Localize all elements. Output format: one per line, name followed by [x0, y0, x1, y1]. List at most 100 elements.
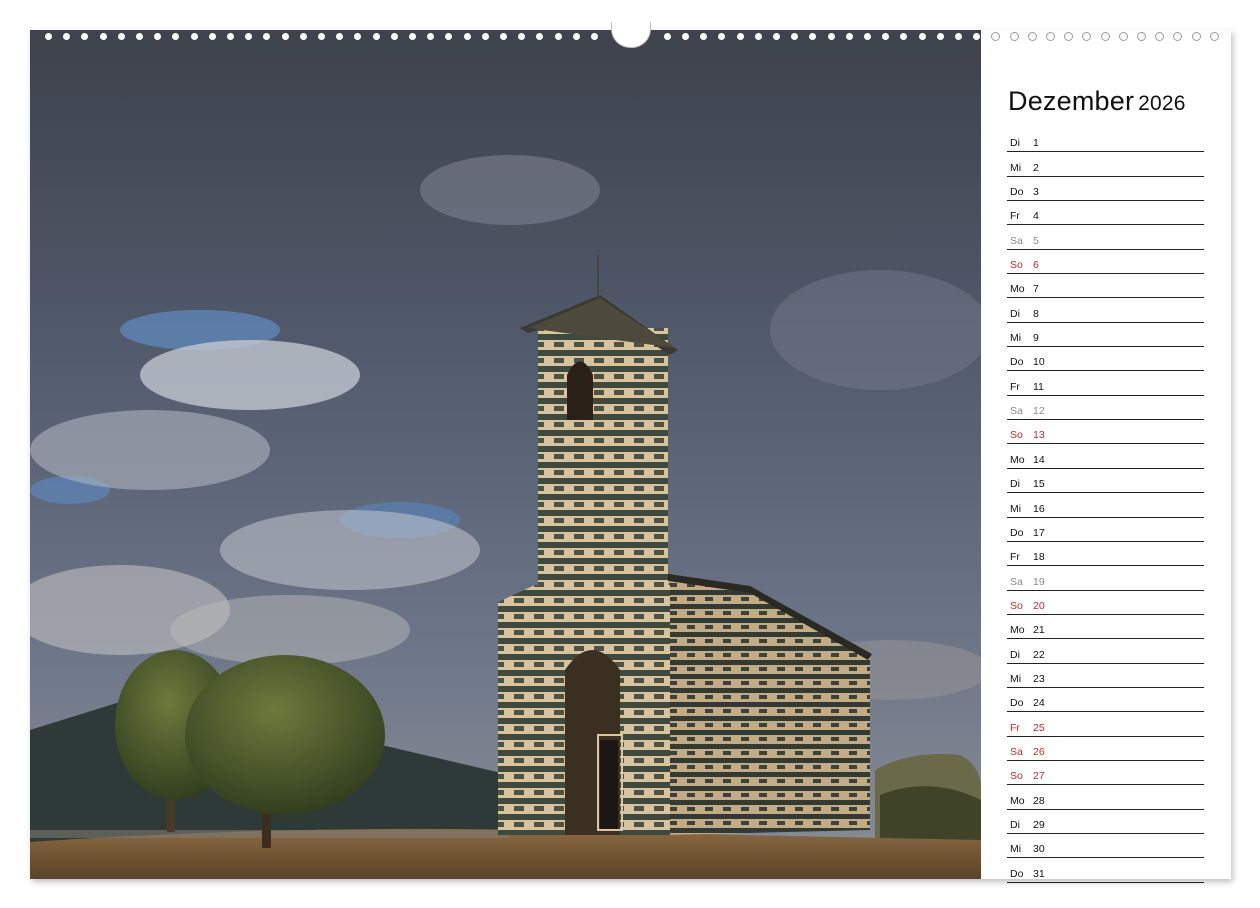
- weekday-label: Fr: [1010, 380, 1020, 393]
- day-number: 23: [1033, 672, 1045, 685]
- day-number: 6: [1033, 259, 1039, 272]
- binding-ring: [591, 33, 598, 40]
- weekday-label: Sa: [1010, 575, 1023, 588]
- binding-ring: [1064, 32, 1074, 41]
- day-row: So 20: [1007, 593, 1204, 615]
- day-row: Fr 18: [1007, 544, 1204, 567]
- binding-ring: [1027, 32, 1037, 41]
- weekday-label: Mi: [1010, 843, 1022, 856]
- weekday-label: Fr: [1010, 551, 1020, 564]
- day-number: 28: [1033, 794, 1045, 807]
- day-row: Sa 26: [1007, 739, 1204, 761]
- day-number: 30: [1033, 843, 1045, 856]
- day-number: 9: [1033, 332, 1039, 345]
- binding-ring: [1209, 32, 1219, 41]
- binding-ring: [845, 33, 853, 40]
- day-row: Mi 23: [1007, 666, 1204, 688]
- weekday-label: Mo: [1010, 453, 1025, 466]
- binding-ring: [227, 33, 234, 40]
- day-row: So 27: [1007, 763, 1204, 786]
- month-name: Dezember: [1008, 86, 1135, 116]
- weekday-label: Mi: [1010, 161, 1022, 174]
- binding-ring: [445, 33, 453, 40]
- binding-ring: [663, 33, 671, 40]
- day-row: Di 15: [1007, 471, 1204, 494]
- binding-ring: [955, 33, 962, 40]
- weekday-label: So: [1010, 429, 1023, 442]
- day-row: Sa 5: [1007, 227, 1204, 250]
- calendar-panel: Dezember 2026 Di 1 Mi 2 Do 3 Fr 4 Sa 5 So 6 Mo 7 Di 8 Mi 9…: [981, 30, 1231, 883]
- day-row: Sa 12: [1007, 398, 1204, 421]
- day-row: Sa 19: [1007, 568, 1204, 591]
- weekday-label: Di: [1010, 648, 1020, 661]
- binding-ring: [754, 33, 762, 40]
- weekday-label: Fr: [1010, 210, 1020, 223]
- day-row: Do 17: [1007, 520, 1204, 542]
- day-number: 2: [1033, 161, 1039, 174]
- binding-ring: [190, 33, 198, 40]
- weekday-label: Di: [1010, 307, 1020, 320]
- day-number: 5: [1033, 234, 1039, 247]
- day-row: Mi 9: [1007, 325, 1204, 348]
- day-number: 13: [1033, 429, 1045, 442]
- binding-ring: [136, 33, 143, 40]
- day-number: 17: [1033, 526, 1045, 539]
- binding-ring: [572, 33, 580, 40]
- binding-ring: [99, 33, 107, 40]
- binding-ring: [463, 33, 471, 40]
- day-list: Di 1 Mi 2 Do 3 Fr 4 Sa 5 So 6 Mo 7 Di 8 Mi 9 Do 10 Fr 11 Sa 12 S…: [1007, 130, 1204, 885]
- day-row: Do 31: [1007, 860, 1204, 883]
- binding-ring: [318, 33, 325, 40]
- binding-ring: [718, 33, 726, 40]
- weekday-label: So: [1010, 599, 1023, 612]
- binding-ring: [973, 33, 981, 40]
- binding-ring: [372, 33, 380, 40]
- day-number: 4: [1033, 210, 1039, 223]
- day-row: So 6: [1007, 252, 1204, 275]
- day-number: 1: [1033, 137, 1039, 150]
- day-row: So 13: [1007, 422, 1204, 445]
- binding-ring: [154, 33, 162, 40]
- weekday-label: So: [1010, 770, 1023, 783]
- binding-ring: [172, 33, 180, 40]
- month-year: 2026: [1138, 92, 1186, 115]
- weekday-label: Mo: [1010, 283, 1025, 296]
- day-row: Mi 30: [1007, 836, 1204, 859]
- day-row: Mi 2: [1007, 154, 1204, 177]
- day-number: 3: [1033, 186, 1039, 199]
- day-number: 11: [1033, 380, 1044, 393]
- day-row: Do 24: [1007, 690, 1204, 713]
- day-row: Di 29: [1007, 812, 1204, 834]
- binding-ring: [773, 33, 780, 40]
- weekday-label: Mo: [1010, 794, 1025, 807]
- month-title: Dezember 2026: [1008, 86, 1186, 117]
- chapel-photo: [30, 30, 981, 879]
- binding-ring: [827, 33, 835, 40]
- binding-ring: [682, 33, 689, 40]
- day-row: Do 10: [1007, 349, 1204, 372]
- weekday-label: Do: [1010, 186, 1024, 199]
- binding-ring: [991, 32, 1001, 41]
- weekday-label: Sa: [1010, 405, 1023, 418]
- binding-ring: [336, 33, 344, 40]
- day-number: 10: [1033, 356, 1045, 369]
- weekday-label: Fr: [1010, 721, 1020, 734]
- weekday-label: Sa: [1010, 234, 1023, 247]
- day-number: 20: [1033, 599, 1045, 612]
- binding-ring: [809, 33, 817, 40]
- binding-ring: [1137, 32, 1146, 41]
- day-number: 24: [1033, 697, 1045, 710]
- weekday-label: Do: [1010, 526, 1024, 539]
- binding-ring: [500, 33, 507, 40]
- weekday-label: Di: [1010, 137, 1020, 150]
- weekday-label: Di: [1010, 818, 1020, 831]
- binding-ring: [263, 33, 271, 40]
- day-number: 19: [1033, 575, 1045, 588]
- day-number: 7: [1033, 283, 1039, 296]
- binding-ring: [63, 33, 71, 40]
- binding-ring: [900, 33, 908, 40]
- day-row: Mo 7: [1007, 276, 1204, 299]
- weekday-label: Mi: [1010, 332, 1022, 345]
- binding-ring: [81, 33, 89, 40]
- binding-ring: [864, 33, 871, 40]
